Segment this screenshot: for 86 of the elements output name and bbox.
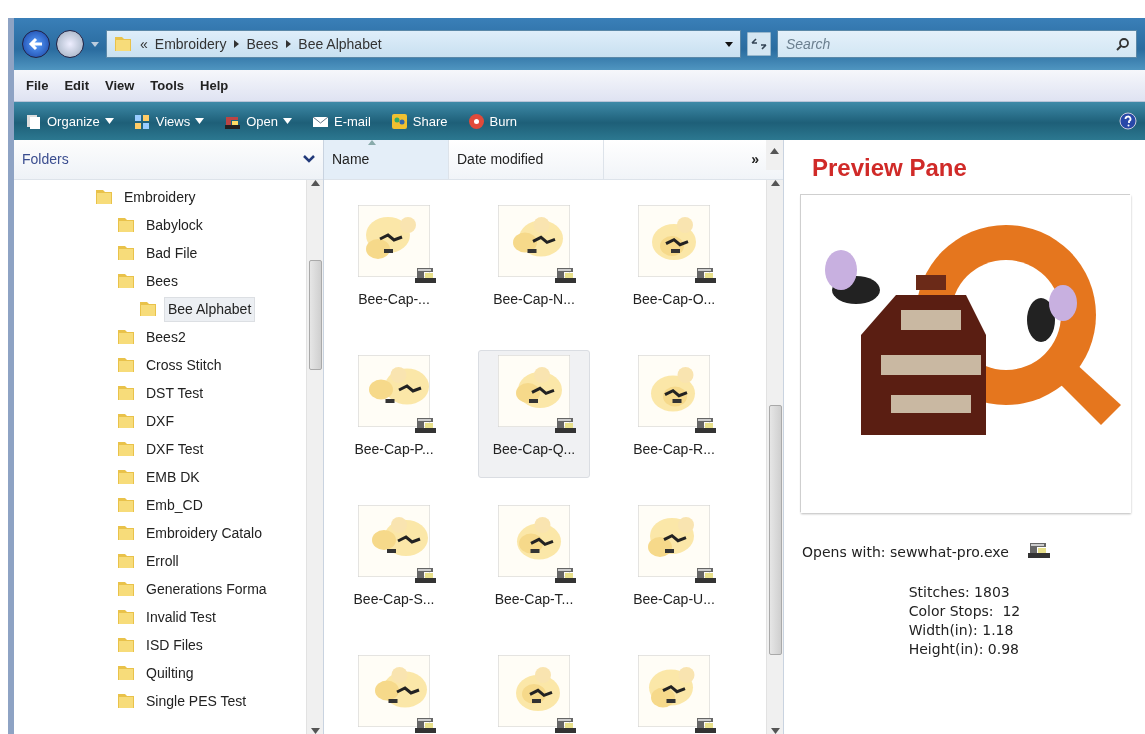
scroll-up-icon[interactable] xyxy=(766,140,783,171)
stat-line: Stitches: 1803 xyxy=(908,583,1011,602)
address-bar[interactable]: « Embroidery Bees Bee Alphabet xyxy=(106,30,741,58)
tile-label: Bee-Cap-... xyxy=(358,290,430,310)
tree-item[interactable]: Babylock xyxy=(142,212,207,238)
toolbar-button[interactable]: Open xyxy=(221,111,295,132)
tile-label: Bee-Cap-U... xyxy=(633,590,715,610)
tree-item[interactable]: DST Test xyxy=(142,380,208,406)
collapse-chevron-icon[interactable] xyxy=(303,155,315,165)
search-icon[interactable] xyxy=(1116,37,1130,51)
help-icon[interactable] xyxy=(1119,112,1137,131)
menu-item[interactable]: Edit xyxy=(58,75,95,97)
pane-title: Preview Pane xyxy=(812,153,967,184)
menu-item[interactable]: Tools xyxy=(144,75,191,97)
tree-item[interactable]: Bad File xyxy=(142,240,202,266)
folder-icon xyxy=(113,34,133,54)
menu-item[interactable]: Help xyxy=(194,75,235,97)
refresh-icon[interactable] xyxy=(747,32,771,56)
toolbar-button[interactable]: Views xyxy=(130,111,208,132)
disc-icon xyxy=(467,112,485,130)
menu-item[interactable]: File xyxy=(20,75,55,97)
more-columns-button[interactable]: » xyxy=(751,149,759,171)
column-header[interactable]: Name xyxy=(324,140,449,180)
tile-label: Bee-Cap-R... xyxy=(633,440,715,460)
tree-item[interactable]: Cross Stitch xyxy=(142,352,226,378)
tree-item[interactable]: Bee Alphabet xyxy=(164,296,256,322)
design-tile[interactable]: Bee-Cap-O... xyxy=(618,200,730,329)
tree-item[interactable]: Erroll xyxy=(142,548,183,574)
tree-item[interactable]: DXF xyxy=(142,408,178,434)
tile-label: Bee-Cap-P... xyxy=(354,440,434,460)
pane-title: Folders xyxy=(22,150,69,170)
tree-item[interactable]: Single PES Test xyxy=(142,688,251,714)
breadcrumb-overflow[interactable]: « xyxy=(140,33,148,55)
breadcrumb-item[interactable]: Embroidery xyxy=(154,33,227,55)
scroll-down-icon[interactable] xyxy=(310,728,320,734)
tile-label: Bee-Cap-N... xyxy=(493,290,575,310)
design-tile[interactable]: Bee-Cap-U... xyxy=(618,500,730,629)
stat-line: Width(in): 1.18 xyxy=(908,620,1015,640)
column-header[interactable]: Date modified xyxy=(449,140,604,180)
scrollbar-thumb[interactable] xyxy=(769,405,782,656)
scroll-down-icon[interactable] xyxy=(770,728,780,734)
tree-item[interactable]: Bees2 xyxy=(142,324,190,350)
dropdown-arrow-icon[interactable] xyxy=(724,40,734,48)
tree-item[interactable]: Embroidery Catalo xyxy=(142,520,266,546)
scrollbar-thumb[interactable] xyxy=(309,260,322,371)
menu-item[interactable]: View xyxy=(98,75,141,97)
tree-item[interactable]: ISD Files xyxy=(142,632,207,658)
design-tile[interactable]: Bee-Cap-N... xyxy=(478,200,590,329)
tree-item[interactable]: Quilting xyxy=(142,660,198,686)
opens-with-text: Opens with: sewwhat-pro.exe xyxy=(802,543,1009,563)
tree-item[interactable]: Emb_CD xyxy=(142,492,207,518)
search-input[interactable]: Search xyxy=(784,32,1116,56)
document-stack-icon xyxy=(25,112,42,130)
toolbar-button[interactable]: Organize xyxy=(22,111,117,132)
tree-item[interactable]: Invalid Test xyxy=(142,604,220,630)
toolbar-button[interactable]: Share xyxy=(387,111,451,132)
grid-icon xyxy=(133,112,151,130)
back-button[interactable] xyxy=(22,30,50,58)
sort-arrow-icon xyxy=(368,140,376,146)
stat-line: Height(in): 0.98 xyxy=(908,639,1021,659)
back-arrow-icon xyxy=(28,36,44,52)
stat-line: Color Stops: 12 xyxy=(908,601,1021,621)
tree-item[interactable]: Embroidery xyxy=(120,184,200,210)
forward-button[interactable] xyxy=(56,30,84,58)
tile-label: Bee-Cap-S... xyxy=(353,590,435,610)
chevron-icon[interactable] xyxy=(285,40,292,48)
design-tile[interactable]: Bee-Cap-S... xyxy=(338,500,450,629)
breadcrumb-item[interactable]: Bee Alphabet xyxy=(298,33,382,55)
search-field[interactable]: Search xyxy=(777,30,1137,58)
chevron-icon[interactable] xyxy=(233,40,240,48)
toolbar-button[interactable]: E-mail xyxy=(309,111,374,132)
design-tile[interactable]: Bee-Cap-Q... xyxy=(478,350,590,479)
tree-item[interactable]: EMB DK xyxy=(142,464,204,490)
design-tile[interactable]: Bee-Cap-R... xyxy=(618,350,730,479)
toolbar-button[interactable]: Burn xyxy=(464,111,521,132)
tree-item[interactable]: Bees xyxy=(142,268,182,294)
tree-item[interactable]: DXF Test xyxy=(142,436,208,462)
design-tile[interactable]: Bee-Cap-... xyxy=(338,200,450,329)
tile-label: Bee-Cap-Q... xyxy=(492,440,576,460)
tile-label: Bee-Cap-O... xyxy=(632,290,716,310)
people-icon xyxy=(390,112,408,130)
tile-label: Bee-Cap-T... xyxy=(494,590,574,610)
design-tile[interactable]: Bee-Cap-P... xyxy=(338,350,450,479)
tree-item[interactable]: Generations Forma xyxy=(142,576,271,602)
breadcrumb-item[interactable]: Bees xyxy=(246,33,279,55)
design-tile[interactable]: Bee-Cap-T... xyxy=(478,500,590,629)
